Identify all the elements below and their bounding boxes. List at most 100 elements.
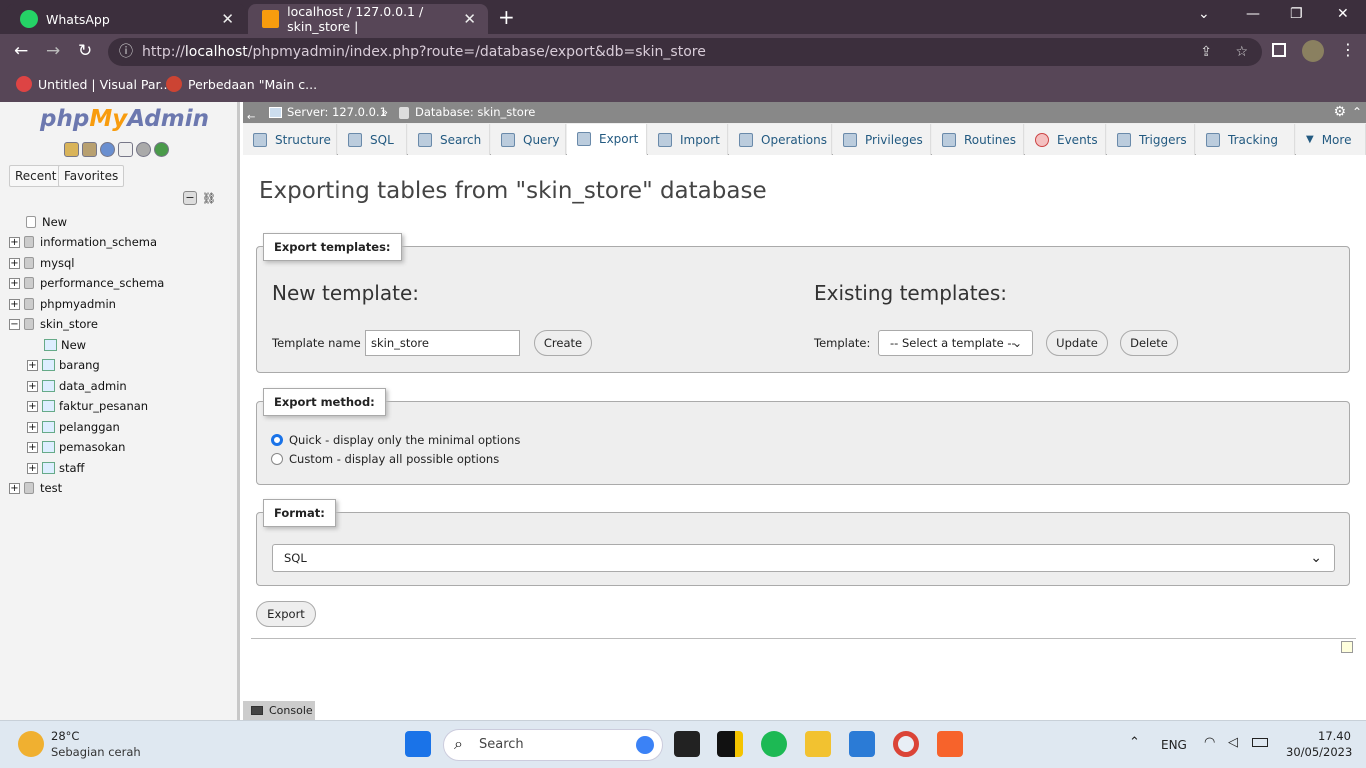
tab-search[interactable]: Search: [408, 124, 490, 155]
template-name-input[interactable]: skin_store: [365, 330, 520, 356]
reload-navigation-icon[interactable]: [154, 142, 169, 157]
update-button[interactable]: Update: [1046, 330, 1108, 356]
browser-tab-phpmyadmin[interactable]: localhost / 127.0.0.1 / skin_store | ✕: [248, 4, 488, 34]
tree-item-mysql[interactable]: + mysql: [9, 253, 75, 273]
expand-icon[interactable]: +: [27, 441, 38, 453]
breadcrumb-database[interactable]: Database: skin_store: [415, 102, 535, 123]
breadcrumb-server[interactable]: Server: 127.0.0.1: [287, 102, 387, 123]
language-indicator[interactable]: ENG: [1161, 738, 1187, 752]
wifi-icon[interactable]: ◠: [1204, 735, 1215, 750]
task-view-icon[interactable]: [674, 731, 700, 757]
tree-item-information-schema[interactable]: + information_schema: [9, 232, 157, 252]
vscode-icon[interactable]: [849, 731, 875, 757]
link-with-main-icon[interactable]: ⛓: [202, 192, 216, 205]
create-button[interactable]: Create: [534, 330, 592, 356]
tab-privileges[interactable]: Privileges: [833, 124, 931, 155]
tab-tracking[interactable]: Tracking: [1196, 124, 1295, 155]
new-tab-icon[interactable]: +: [498, 5, 515, 29]
tree-item-table-pelanggan[interactable]: + pelanggan: [27, 417, 120, 437]
quick-radio[interactable]: [271, 434, 283, 446]
expand-icon[interactable]: +: [9, 277, 20, 289]
clock-time[interactable]: 17.40: [1318, 729, 1351, 743]
minimize-icon[interactable]: —: [1246, 6, 1260, 22]
taskbar-search[interactable]: ⌕ Search: [443, 729, 663, 761]
site-info-icon[interactable]: ⓘ: [119, 38, 133, 66]
collapse-all-icon[interactable]: −: [183, 191, 197, 205]
expand-icon[interactable]: +: [27, 380, 38, 392]
documentation-icon[interactable]: [118, 142, 133, 157]
tree-item-new-database[interactable]: New: [26, 212, 67, 232]
profile-avatar[interactable]: [1302, 40, 1324, 62]
tree-item-skin-store[interactable]: − skin_store: [9, 314, 98, 334]
tree-item-table-faktur-pesanan[interactable]: + faktur_pesanan: [27, 396, 148, 416]
weather-sun-icon[interactable]: [18, 731, 44, 757]
tab-search-chevron-icon[interactable]: ⌄: [1198, 6, 1210, 22]
sidepanel-icon[interactable]: [1272, 43, 1286, 57]
export-button[interactable]: Export: [256, 601, 316, 627]
reload-icon[interactable]: ↻: [78, 41, 92, 61]
custom-radio[interactable]: [271, 453, 283, 465]
tree-item-performance-schema[interactable]: + performance_schema: [9, 273, 164, 293]
address-bar[interactable]: ⓘ http://localhost/phpmyadmin/index.php?…: [108, 38, 1262, 66]
tab-sql[interactable]: SQL: [338, 124, 407, 155]
expand-icon[interactable]: +: [27, 359, 38, 371]
format-select[interactable]: SQL ⌄: [272, 544, 1335, 572]
phpmyadmin-logo[interactable]: phpMyAdmin: [40, 106, 209, 132]
tab-query[interactable]: Query: [491, 124, 566, 155]
weather-desc[interactable]: Sebagian cerah: [51, 745, 141, 759]
settings-gear-icon[interactable]: ⚙: [1333, 102, 1346, 123]
bookmark-item[interactable]: Untitled | Visual Par...: [16, 76, 171, 92]
expand-icon[interactable]: +: [27, 421, 38, 433]
recent-tab[interactable]: Recent: [9, 165, 63, 187]
custom-label[interactable]: Custom - display all possible options: [289, 452, 499, 466]
tab-routines[interactable]: Routines: [932, 124, 1024, 155]
tree-item-table-barang[interactable]: + barang: [27, 355, 100, 375]
logout-icon[interactable]: [82, 142, 97, 157]
home-icon[interactable]: [64, 142, 79, 157]
tree-item-test[interactable]: + test: [9, 478, 62, 498]
tab-import[interactable]: Import: [648, 124, 728, 155]
show-hidden-icons-chevron-icon[interactable]: ⌃: [1129, 735, 1140, 750]
restore-icon[interactable]: ❐: [1290, 6, 1303, 22]
collapse-topbar-icon[interactable]: ⌃: [1352, 102, 1362, 123]
tab-more[interactable]: ▼ More: [1296, 124, 1366, 155]
spotify-icon[interactable]: [761, 731, 787, 757]
expand-icon[interactable]: +: [9, 257, 20, 269]
chrome-icon[interactable]: [893, 731, 919, 757]
forward-icon[interactable]: →: [46, 41, 60, 61]
weather-temp[interactable]: 28°C: [51, 729, 79, 743]
template-select[interactable]: -- Select a template -- ⌄: [878, 330, 1033, 356]
share-icon[interactable]: ⇪: [1200, 38, 1212, 66]
xampp-icon[interactable]: [937, 731, 963, 757]
expand-icon[interactable]: +: [9, 482, 20, 494]
tree-item-table-pemasokan[interactable]: + pemasokan: [27, 437, 125, 457]
volume-icon[interactable]: ◁: [1228, 735, 1238, 750]
menu-icon[interactable]: ⋮: [1340, 40, 1356, 59]
tab-events[interactable]: Events: [1025, 124, 1106, 155]
close-tab-icon[interactable]: ✕: [463, 10, 476, 28]
start-windows-icon[interactable]: [405, 731, 431, 757]
help-icon[interactable]: [100, 142, 115, 157]
sticky-notes-icon[interactable]: [717, 731, 743, 757]
expand-icon[interactable]: +: [9, 298, 20, 310]
tree-item-phpmyadmin[interactable]: + phpmyadmin: [9, 294, 116, 314]
file-explorer-icon[interactable]: [805, 731, 831, 757]
tab-structure[interactable]: Structure: [243, 124, 337, 155]
back-icon[interactable]: ←: [14, 41, 28, 61]
quick-label[interactable]: Quick - display only the minimal options: [289, 433, 520, 447]
favorites-tab[interactable]: Favorites: [58, 165, 125, 187]
tree-item-table-data-admin[interactable]: + data_admin: [27, 376, 127, 396]
expand-icon[interactable]: +: [9, 236, 20, 248]
close-tab-icon[interactable]: ✕: [221, 10, 234, 28]
expand-icon[interactable]: +: [27, 400, 38, 412]
clock-date[interactable]: 30/05/2023: [1286, 745, 1352, 759]
close-window-icon[interactable]: ✕: [1337, 6, 1349, 22]
collapse-icon[interactable]: −: [9, 318, 20, 330]
tab-operations[interactable]: Operations: [729, 124, 832, 155]
bookmark-star-icon[interactable]: ☆: [1235, 38, 1248, 66]
page-settings-icon[interactable]: [1341, 641, 1353, 653]
tab-triggers[interactable]: Triggers: [1107, 124, 1195, 155]
bookmark-item[interactable]: Perbedaan "Main c...: [166, 76, 317, 92]
delete-button[interactable]: Delete: [1120, 330, 1178, 356]
console-toggle[interactable]: Console: [243, 701, 315, 720]
